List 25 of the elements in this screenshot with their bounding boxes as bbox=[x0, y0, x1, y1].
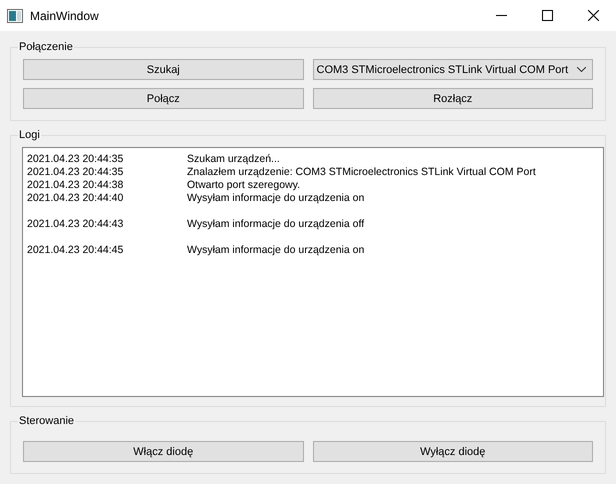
window-title: MainWindow bbox=[30, 8, 100, 22]
close-icon bbox=[588, 10, 598, 21]
app-icon bbox=[7, 8, 23, 22]
search-button[interactable]: Szukaj bbox=[23, 59, 304, 80]
log-time: 2021.04.23 20:44:35 bbox=[27, 166, 124, 179]
log-time: 2021.04.23 20:44:43 bbox=[27, 218, 124, 231]
log-time: 2021.04.23 20:44:40 bbox=[27, 192, 124, 205]
log-message: Wysyłam informacje do urządzenia on bbox=[187, 192, 364, 205]
log-message: Wysyłam informacje do urządzenia off bbox=[187, 218, 364, 231]
port-select[interactable]: COM3 STMicroelectronics STLink Virtual COM Port bbox=[312, 59, 593, 80]
log-message: Szukam urządzeń... bbox=[187, 153, 280, 166]
group-title: Logi bbox=[18, 128, 41, 142]
disconnect-button[interactable]: Rozłącz bbox=[312, 88, 593, 109]
chevron-down-icon bbox=[577, 67, 586, 72]
log-time: 2021.04.23 20:44:35 bbox=[27, 153, 124, 166]
log-time: 2021.04.23 20:44:38 bbox=[27, 179, 124, 192]
log-time: 2021.04.23 20:44:45 bbox=[27, 244, 124, 257]
led-off-button[interactable]: Wyłącz diodę bbox=[312, 441, 593, 462]
connect-button[interactable]: Połącz bbox=[23, 88, 304, 109]
log-message: Znalazłem urządzenie: COM3 STMicroelectronics STLink Virtual COM Port bbox=[187, 166, 536, 179]
log-message: Wysyłam informacje do urządzenia on bbox=[187, 244, 364, 257]
log-message: Otwarto port szeregowy. bbox=[187, 179, 300, 192]
group-title: Połączenie bbox=[18, 40, 74, 54]
led-on-button[interactable]: Włącz diodę bbox=[23, 441, 304, 462]
maximize-icon bbox=[542, 10, 552, 21]
